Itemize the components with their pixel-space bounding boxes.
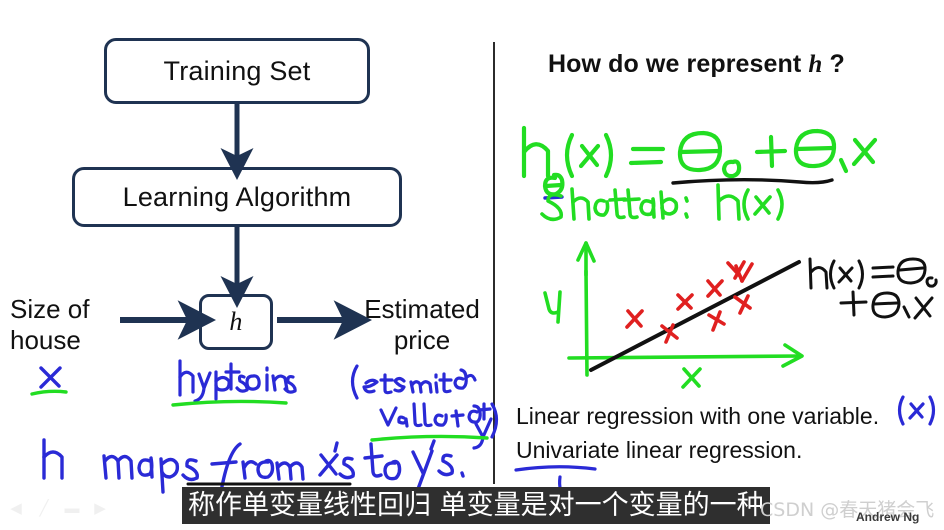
flow-box-hypothesis: h — [199, 294, 273, 350]
plot-fit-line-label — [808, 257, 938, 320]
ink-equation-hypothesis — [521, 125, 878, 197]
plot-point — [734, 262, 754, 283]
plot-fit-line — [589, 260, 801, 372]
plot-x-axis — [567, 343, 804, 368]
subtitle-text: 称作单变量线性回归 单变量是对一个变量的一种 — [188, 490, 764, 521]
plot-point — [733, 294, 752, 315]
plot-point — [726, 260, 746, 280]
flow-box-training-set: Training Set — [104, 38, 370, 104]
ink-annotation-hypothesis — [178, 359, 297, 403]
ink-underline-univariate — [514, 465, 597, 472]
page-title: How do we represent h ? — [548, 50, 845, 79]
ink-annotation-value-of-y — [379, 402, 499, 450]
ink-underline-value-of-y — [370, 434, 489, 442]
pen-icon[interactable]: ╱ — [36, 501, 52, 516]
label-output-line2: price — [393, 325, 451, 355]
ink-annotation-paren-x — [897, 395, 936, 426]
ink-tick-under-theta — [543, 195, 564, 200]
back-arrow-icon[interactable]: ◀ — [8, 501, 24, 516]
ink-underline-x — [30, 389, 68, 396]
plot-point — [676, 293, 694, 311]
plot-ylabel — [543, 290, 562, 324]
ink-annotation-x — [39, 366, 62, 389]
text-linear-regression: Linear regression with one variable. — [516, 403, 880, 429]
author-signature: Andrew Ng — [856, 510, 920, 524]
plot-data-points — [625, 260, 754, 344]
ink-annotation-estimated — [350, 364, 477, 400]
panel-divider — [493, 42, 495, 484]
lecture-slide-screenshot: Training Set Learning Algorithm h Size o… — [0, 0, 944, 530]
player-mini-toolbar[interactable]: ◀ ╱ ▬ ▶ — [8, 501, 108, 516]
flow-box-hypothesis-label: h — [229, 307, 243, 336]
label-input-size-of-house: Size of house — [10, 294, 160, 356]
plot-y-axis — [576, 241, 596, 377]
ink-annotation-h-maps-from — [42, 438, 465, 494]
ink-underline-equation — [671, 178, 834, 185]
plot-point — [625, 309, 644, 329]
label-output-estimated-price: Estimated price — [352, 294, 492, 356]
page-title-variable: h — [808, 51, 823, 78]
page-title-prefix: How do we represent — [548, 50, 809, 78]
subtitle-bar: 称作单变量线性回归 单变量是对一个变量的一种 — [182, 487, 770, 524]
page-title-suffix: ? — [822, 50, 845, 78]
text-univariate-linear-regression: Univariate linear regression. — [516, 437, 803, 463]
label-output-line1: Estimated — [364, 294, 480, 324]
label-input-line1: Size of — [10, 294, 90, 324]
plot-point — [660, 323, 679, 344]
ink-equation-shorthand — [540, 183, 784, 222]
flow-box-learning-algorithm: Learning Algorithm — [72, 167, 402, 227]
plot-point — [707, 310, 726, 332]
flow-box-training-set-label: Training Set — [163, 55, 311, 86]
slide-icon[interactable]: ▬ — [64, 501, 80, 516]
ink-underline-hypothesis — [171, 399, 288, 407]
plot-point — [706, 279, 724, 298]
flow-box-learning-algorithm-label: Learning Algorithm — [122, 181, 352, 212]
forward-arrow-icon[interactable]: ▶ — [92, 501, 108, 516]
label-input-line2: house — [10, 325, 81, 355]
plot-xlabel — [681, 367, 702, 389]
